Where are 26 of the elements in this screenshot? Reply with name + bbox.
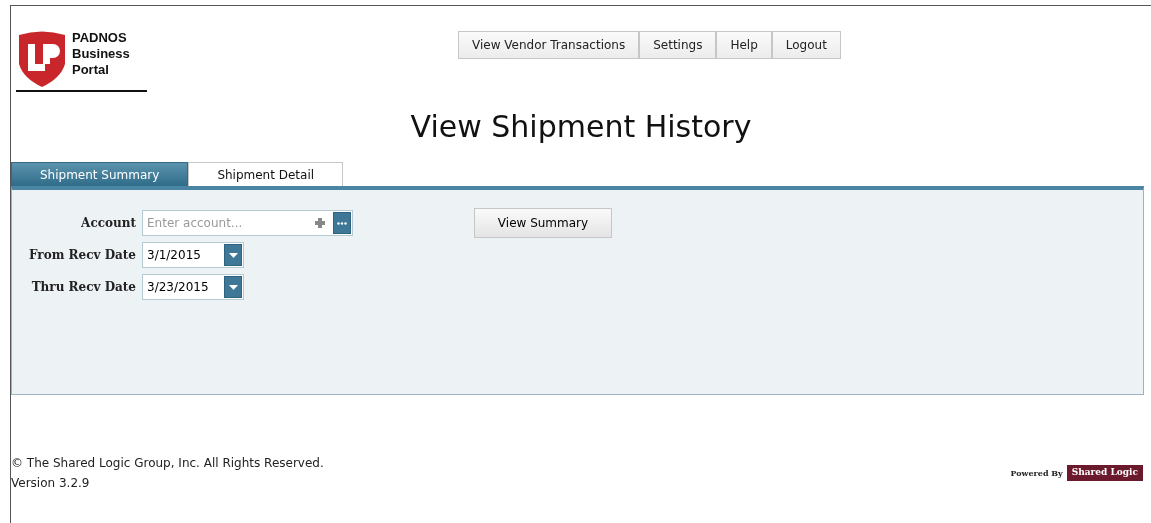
page-title: View Shipment History: [409, 108, 753, 146]
field-label: From Recv Date: [28, 247, 137, 264]
tab[interactable]: Shipment Detail: [188, 162, 344, 186]
view-summary-button[interactable]: View Summary: [474, 208, 612, 238]
ellipsis-icon: [337, 221, 347, 225]
dropdown-button[interactable]: [224, 276, 242, 298]
shield-logo-icon: [16, 30, 68, 88]
logo-text: PADNOS: [72, 30, 128, 46]
account-field[interactable]: Enter account...: [142, 210, 353, 236]
logo-text: Portal: [72, 62, 110, 78]
caret-icon: [228, 252, 238, 258]
nav-button[interactable]: Logout: [771, 31, 841, 59]
powered-by-text: Powered By: [1010, 467, 1063, 479]
field-label: Thru Recv Date: [30, 279, 137, 296]
nav-button[interactable]: Settings: [639, 31, 717, 59]
nav-button[interactable]: View Vendor Transactions: [458, 31, 640, 59]
caret-icon: [228, 284, 238, 290]
lookup-button[interactable]: [333, 212, 351, 234]
dropdown-button[interactable]: [224, 244, 242, 266]
field-label: Account: [80, 215, 137, 232]
copyright-text: © The Shared Logic Group, Inc. All Rights Reserved.: [11, 455, 324, 472]
brand-logo-text: Shared Logic: [1066, 465, 1143, 481]
logo-text: Business: [72, 46, 130, 62]
tab[interactable]: Shipment Summary: [11, 162, 189, 186]
version-text: Version 3.2.9: [11, 475, 91, 492]
nav-button[interactable]: Help: [716, 31, 772, 59]
